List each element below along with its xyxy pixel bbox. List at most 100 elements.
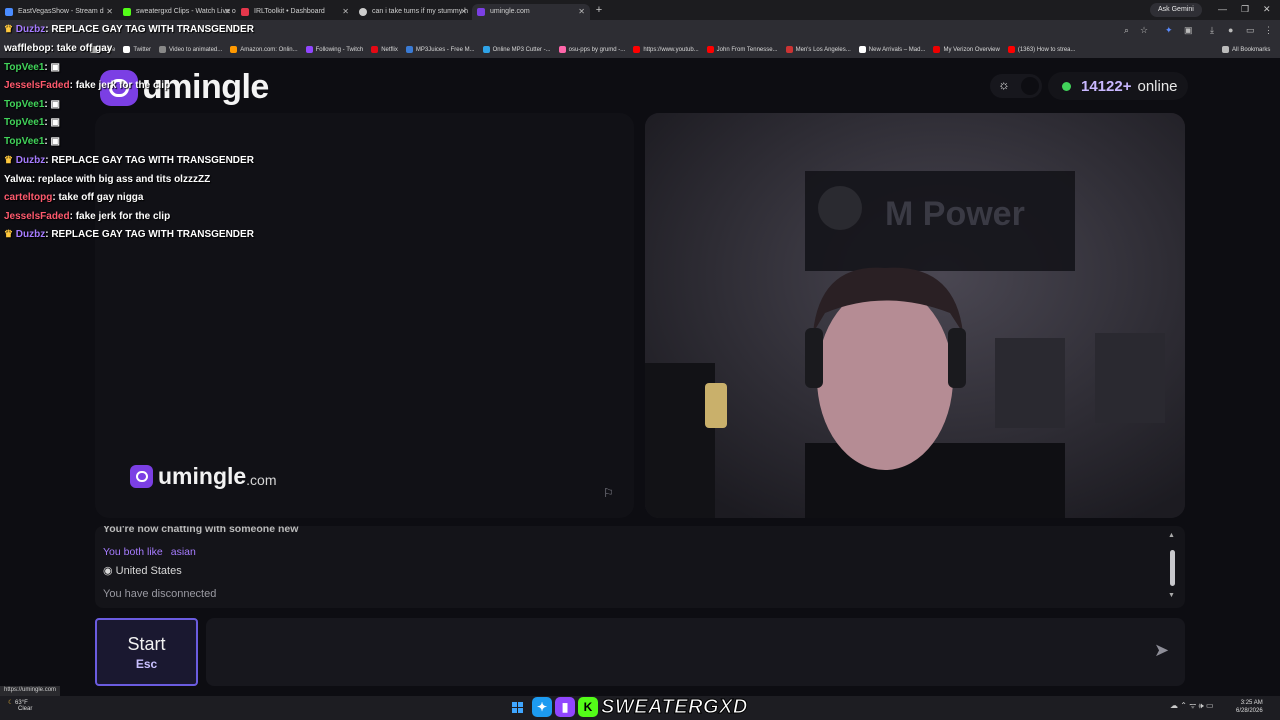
bookmark-favicon-icon	[371, 46, 379, 53]
bookmark-favicon-icon	[706, 46, 714, 53]
bookmark-favicon-icon	[558, 46, 566, 53]
country-label: United States	[115, 565, 182, 577]
bookmark-item[interactable]: Netflix	[371, 46, 398, 53]
interest-tag: asian	[170, 546, 196, 558]
extension-icon[interactable]: ✦	[1165, 25, 1173, 36]
maximize-icon[interactable]: ❐	[1241, 4, 1249, 15]
clock[interactable]: 3:25 AM 6/28/2026	[1236, 699, 1263, 715]
browser-tab[interactable]: can i take tums if my stummy h ✕	[354, 4, 472, 20]
taskbar: ☾ 63°F Clear ✦ ▮ K SWEATERGXD ☁ ⌃ ᯤ 🕪 ▭ …	[0, 695, 1280, 720]
download-icon[interactable]: ⤓	[1210, 25, 1214, 36]
bookmark-item[interactable]: https://www.youtub...	[633, 46, 699, 53]
weather-widget[interactable]: ☾ 63°F Clear	[8, 699, 32, 712]
bookmark-item[interactable]: Online MP3 Cutter -...	[482, 46, 551, 53]
start-button[interactable]: Start Esc	[95, 618, 198, 686]
theme-toggle[interactable]: ☼	[990, 74, 1042, 98]
watermark-text: umingle	[158, 463, 247, 489]
toggle-knob	[1021, 77, 1039, 95]
chat-message: TopVee1: ▣	[4, 117, 60, 128]
emote-icon: ▣	[50, 62, 60, 73]
profile-icon[interactable]: ●	[1228, 25, 1233, 35]
online-counter: 14122+ online	[1048, 72, 1188, 100]
bookmark-favicon-icon	[933, 46, 941, 53]
chat-log: You're now chatting with someone new You…	[95, 526, 1185, 608]
system-tray[interactable]: ☁ ⌃ ᯤ 🕪 ▭	[1170, 700, 1214, 711]
emote-icon: ▣	[50, 117, 60, 128]
twitch-icon: ▮	[555, 697, 575, 717]
tab-favicon-icon	[477, 7, 485, 16]
us-flag-icon: ◉	[103, 565, 116, 577]
kick-icon: K	[578, 697, 598, 717]
start-shortcut: Esc	[135, 656, 158, 671]
report-flag-icon[interactable]: ⚐	[603, 486, 614, 500]
folder-icon	[1222, 46, 1229, 53]
ask-gemini-button[interactable]: Ask Gemini	[1150, 3, 1202, 17]
webcam-feed: M Power	[645, 113, 1185, 518]
minimize-icon[interactable]: —	[1218, 4, 1227, 14]
chat-message: ♛ Duzbz: REPLACE GAY TAG WITH TRANSGENDE…	[4, 155, 254, 166]
status-url: https://umingle.com	[0, 686, 61, 696]
bookmark-item[interactable]: Men's Los Angeles...	[785, 46, 851, 53]
split-view-icon[interactable]: ▭	[1246, 25, 1255, 36]
bookmark-favicon-icon	[1007, 46, 1015, 53]
browser-tab-active[interactable]: umingle.com ✕	[472, 3, 590, 20]
chat-message: TopVee1: ▣	[4, 62, 60, 73]
bookmark-favicon-icon	[633, 46, 641, 53]
chat-message: TopVee1: ▣	[4, 99, 60, 110]
menu-icon[interactable]: ⋮	[1264, 25, 1273, 36]
brand-text: SWEATERGXD	[601, 695, 748, 718]
scroll-up-icon[interactable]: ▲	[1168, 532, 1175, 539]
tab-favicon-icon	[359, 7, 367, 16]
bookmark-favicon-icon	[858, 46, 866, 53]
scroll-down-icon[interactable]: ▼	[1168, 592, 1175, 599]
stranger-country: ◉ United States	[103, 564, 182, 577]
video-watermark: umingle .com	[130, 463, 277, 490]
bookmark-favicon-icon	[405, 46, 413, 53]
stream-chat-overlay: ♛ Duzbz: REPLACE GAY TAG WITH TRANSGENDE…	[0, 0, 300, 250]
crown-icon: ♛	[4, 229, 16, 240]
bookmark-item[interactable]: My Verizon Overview	[933, 46, 1000, 53]
bookmark-favicon-icon	[482, 46, 490, 53]
bookmark-item[interactable]: John From Tennesse...	[706, 46, 778, 53]
crown-icon: ♛	[4, 24, 16, 35]
bookmark-favicon-icon	[785, 46, 793, 53]
new-tab-icon[interactable]: +	[590, 4, 608, 16]
tab-title: umingle.com	[490, 8, 530, 15]
sun-icon: ☼	[998, 77, 1010, 92]
close-tab-icon[interactable]: ✕	[578, 7, 585, 16]
chat-message: wafflebop: take off gay	[4, 43, 113, 54]
twitter-icon: ✦	[532, 697, 552, 717]
bookmark-item[interactable]: New Arrivals – Mad...	[858, 46, 925, 53]
start-label: Start	[127, 633, 166, 654]
chat-message: TopVee1: ▣	[4, 136, 60, 147]
both-like-label: You both like	[103, 546, 163, 558]
emote-icon: ▣	[50, 136, 60, 147]
bookmark-item[interactable]: (1363) How to strea...	[1007, 46, 1076, 53]
chat-message: ♛ Duzbz: REPLACE GAY TAG WITH TRANSGENDE…	[4, 24, 254, 35]
bookmark-item[interactable]: osu-pps by grumd -...	[558, 46, 625, 53]
send-icon[interactable]: ➤	[1154, 640, 1169, 661]
bookmark-favicon-icon	[305, 46, 313, 53]
all-bookmarks[interactable]: All Bookmarks	[1222, 46, 1270, 53]
online-label: online	[1137, 77, 1178, 95]
tab-title: can i take tums if my stummy h	[372, 8, 469, 15]
moon-icon: ☾	[8, 700, 16, 706]
windows-start-icon[interactable]	[512, 702, 524, 714]
online-status-dot	[1062, 81, 1071, 91]
zoom-icon[interactable]: ⌕	[1124, 25, 1129, 36]
message-input[interactable]	[206, 618, 1185, 686]
close-tab-icon[interactable]: ✕	[460, 7, 467, 16]
new-chat-notice: You're now chatting with someone new	[103, 526, 299, 535]
self-video-panel: M Power	[645, 113, 1185, 518]
common-interests: You both like asian	[103, 546, 196, 558]
crown-icon: ♛	[4, 155, 16, 166]
bookmark-star-icon[interactable]: ☆	[1140, 25, 1148, 36]
scroll-thumb[interactable]	[1170, 550, 1175, 586]
close-window-icon[interactable]: ✕	[1263, 4, 1271, 15]
close-tab-icon[interactable]: ✕	[342, 7, 349, 16]
bookmark-item[interactable]: MP3Juices - Free M...	[405, 46, 475, 53]
bookmark-item[interactable]: Following - Twitch	[305, 46, 363, 53]
extensions-icon[interactable]: ▣	[1184, 25, 1193, 36]
chat-message: Yalwa: replace with big ass and tits olz…	[4, 174, 211, 185]
chat-scrollbar[interactable]: ▲ ▼	[1168, 532, 1178, 600]
